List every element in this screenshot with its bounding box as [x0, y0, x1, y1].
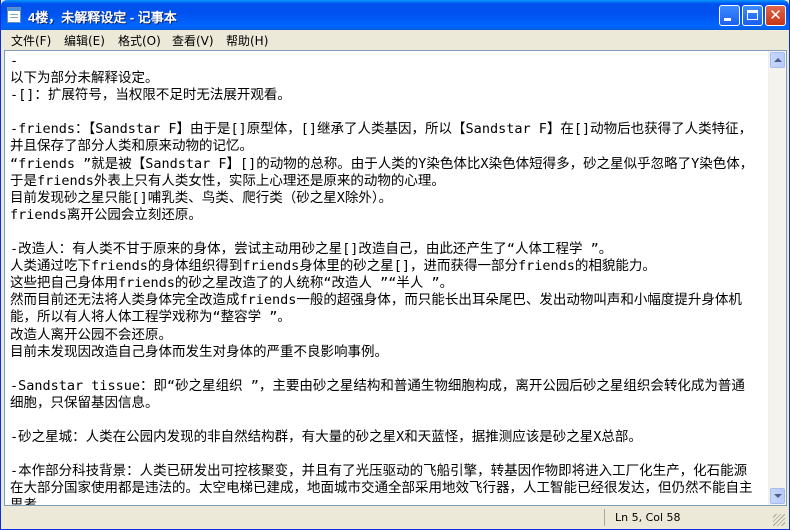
- menu-view[interactable]: 查看(V): [172, 32, 214, 49]
- document-text[interactable]: - 以下为部分未解释设定。 -[]：扩展符号，当权限不足时无法展开观看。 -fr…: [10, 53, 755, 505]
- close-button[interactable]: ✕: [765, 5, 786, 26]
- maximize-icon: [747, 10, 758, 20]
- arrow-down-icon: [774, 494, 782, 498]
- window-title: 4楼，未解释设定 - 记事本: [28, 10, 177, 25]
- scroll-up-button[interactable]: [770, 52, 785, 68]
- vertical-scrollbar[interactable]: [768, 51, 786, 505]
- menu-bar: 文件(F) 编辑(E) 格式(O) 查看(V) 帮助(H): [4, 30, 786, 50]
- menu-edit[interactable]: 编辑(E): [64, 32, 105, 49]
- close-icon: ✕: [769, 6, 782, 24]
- menu-format[interactable]: 格式(O): [118, 32, 161, 49]
- menu-help[interactable]: 帮助(H): [226, 32, 268, 49]
- minimize-button[interactable]: [719, 5, 740, 26]
- notepad-icon[interactable]: [7, 7, 21, 23]
- text-editor[interactable]: - 以下为部分未解释设定。 -[]：扩展符号，当权限不足时无法展开观看。 -fr…: [4, 50, 787, 506]
- menu-file[interactable]: 文件(F): [11, 32, 51, 49]
- maximize-button[interactable]: [742, 5, 763, 26]
- minimize-icon: [724, 18, 731, 21]
- arrow-up-icon: [774, 58, 782, 62]
- notepad-window: 4楼，未解释设定 - 记事本 ✕ 文件(F) 编辑(E) 格式(O) 查看(V)…: [0, 0, 790, 530]
- status-bar: Ln 5, Col 58: [4, 507, 787, 528]
- cursor-position: Ln 5, Col 58: [615, 511, 681, 524]
- title-bar[interactable]: 4楼，未解释设定 - 记事本 ✕: [1, 0, 789, 30]
- scroll-down-button[interactable]: [770, 488, 785, 504]
- resize-grip[interactable]: [773, 514, 785, 526]
- status-divider: [604, 509, 605, 526]
